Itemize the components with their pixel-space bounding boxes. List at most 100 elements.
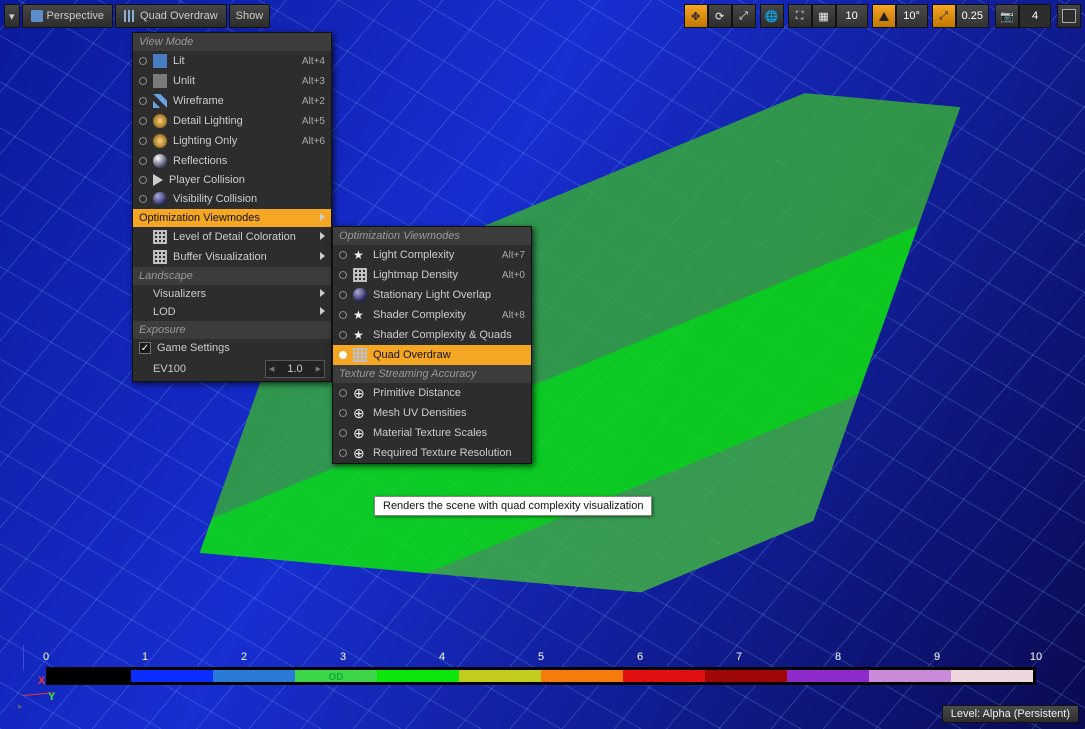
scale-snap-value[interactable]: 0.25 [956,4,989,28]
detail-lighting-icon [153,114,167,128]
show-button[interactable]: Show [229,4,271,28]
required-texture-icon [353,446,367,460]
submenu-arrow-icon [320,212,325,224]
menu-item-visualizers[interactable]: Visualizers [133,285,331,303]
overdraw-legend: 012345678910 OD [46,651,1036,685]
menu-item-lightmap-density[interactable]: Lightmap DensityAlt+0 [333,265,531,285]
angle-snap-toggle[interactable] [872,4,896,28]
grid-snap-value[interactable]: 10 [836,4,868,28]
viewmode-menu: View Mode LitAlt+4 UnlitAlt+3 WireframeA… [132,32,332,382]
menu-item-quad-overdraw[interactable]: Quad Overdraw [333,345,531,365]
legend-tick: 9 [934,651,940,663]
legend-tick: 8 [835,651,841,663]
menu-item-lit[interactable]: LitAlt+4 [133,51,331,71]
game-settings-checkbox[interactable] [139,342,151,354]
menu-item-detail-lighting[interactable]: Detail LightingAlt+5 [133,111,331,131]
menu-item-optimization-viewmodes[interactable]: Optimization Viewmodes [133,209,331,227]
legend-segment [377,670,459,682]
shader-complexity-icon [353,308,367,322]
reflections-icon [153,154,167,168]
menu-item-stationary-light-overlap[interactable]: Stationary Light Overlap [333,285,531,305]
visibility-collision-icon [153,192,167,206]
menu-item-lighting-only[interactable]: Lighting OnlyAlt+6 [133,131,331,151]
submenu-arrow-icon [320,251,325,263]
menu-item-lod[interactable]: LOD [133,303,331,321]
menu-item-player-collision[interactable]: Player Collision [133,171,331,189]
lit-icon [153,54,167,68]
legend-segment [541,670,623,682]
grid-snap-toggle[interactable]: ▦ [812,4,836,28]
legend-segment [869,670,951,682]
scale-snap-toggle[interactable]: ⤢ [932,4,956,28]
legend-tick: 6 [637,651,643,663]
submenu-header-optimization: Optimization Viewmodes [333,227,531,245]
menu-header-landscape: Landscape [133,267,331,285]
surface-snap-button[interactable]: ⛶ [788,4,812,28]
menu-item-primitive-distance[interactable]: Primitive Distance [333,383,531,403]
menu-item-game-settings[interactable]: Game Settings [133,339,331,357]
stationary-light-icon [353,288,367,302]
viewport-toolbar: ▾ Perspective Quad Overdraw Show ✥ ⟳ ⤢ 🌐… [4,4,1081,32]
camera-speed-value[interactable]: 4 [1019,4,1051,28]
expand-icon [1062,9,1076,23]
menu-item-ev100: EV1001.0 [133,357,331,381]
legend-tick: 10 [1030,651,1042,663]
unlit-icon [153,74,167,88]
scale-button[interactable]: ⤢ [732,4,756,28]
legend-segment [623,670,705,682]
perspective-label: Perspective [47,10,104,22]
help-hint-icon[interactable]: ◔ [14,699,22,715]
menu-header-viewmode: View Mode [133,33,331,51]
legend-segment [459,670,541,682]
perspective-button[interactable]: Perspective [22,4,113,28]
camera-speed-button[interactable]: 📷 [995,4,1019,28]
legend-segment [705,670,787,682]
show-label: Show [236,10,264,22]
menu-item-reflections[interactable]: Reflections [133,151,331,171]
legend-tick: 7 [736,651,742,663]
ev100-input[interactable]: 1.0 [265,360,325,378]
lighting-only-icon [153,134,167,148]
legend-segment [49,670,131,682]
legend-tick: 0 [43,651,49,663]
menu-item-shader-complexity[interactable]: Shader ComplexityAlt+8 [333,305,531,325]
menu-item-unlit[interactable]: UnlitAlt+3 [133,71,331,91]
axis-x-label: X [38,675,45,687]
select-translate-button[interactable]: ✥ [684,4,708,28]
viewmode-button[interactable]: Quad Overdraw [115,4,227,28]
lightmap-density-icon [353,268,367,282]
submenu-arrow-icon [320,306,325,318]
menu-header-exposure: Exposure [133,321,331,339]
menu-item-material-texture-scales[interactable]: Material Texture Scales [333,423,531,443]
submenu-arrow-icon [320,288,325,300]
transform-toolbar: ✥ ⟳ ⤢ 🌐 ⛶ ▦ 10 10° ⤢ 0.25 📷 4 [684,4,1081,32]
legend-segment [787,670,869,682]
menu-item-light-complexity[interactable]: Light ComplexityAlt+7 [333,245,531,265]
legend-segment: OD [295,670,377,682]
viewport-options-dropdown[interactable]: ▾ [4,4,20,28]
submenu-arrow-icon [320,231,325,243]
legend-segment [131,670,213,682]
menu-item-wireframe[interactable]: WireframeAlt+2 [133,91,331,111]
wireframe-icon [153,94,167,108]
menu-item-required-texture-resolution[interactable]: Required Texture Resolution [333,443,531,463]
light-complexity-icon [353,248,367,262]
primitive-distance-icon [353,386,367,400]
world-local-toggle[interactable]: 🌐 [760,4,784,28]
tooltip: Renders the scene with quad complexity v… [374,496,652,516]
maximize-viewport-button[interactable] [1057,4,1081,28]
player-collision-icon [153,174,163,186]
menu-item-mesh-uv-densities[interactable]: Mesh UV Densities [333,403,531,423]
level-status-bar[interactable]: Level: Alpha (Persistent) [942,705,1079,723]
angle-snap-value[interactable]: 10° [896,4,928,28]
legend-tick: 2 [241,651,247,663]
material-texture-icon [353,426,367,440]
mesh-uv-icon [353,406,367,420]
menu-item-buffer-visualization[interactable]: Buffer Visualization [133,247,331,267]
rotate-button[interactable]: ⟳ [708,4,732,28]
legend-tick: 4 [439,651,445,663]
menu-item-visibility-collision[interactable]: Visibility Collision [133,189,331,209]
menu-item-shader-complexity-quads[interactable]: Shader Complexity & Quads [333,325,531,345]
menu-item-lod-coloration[interactable]: Level of Detail Coloration [133,227,331,247]
axis-y-label: Y [48,691,55,703]
